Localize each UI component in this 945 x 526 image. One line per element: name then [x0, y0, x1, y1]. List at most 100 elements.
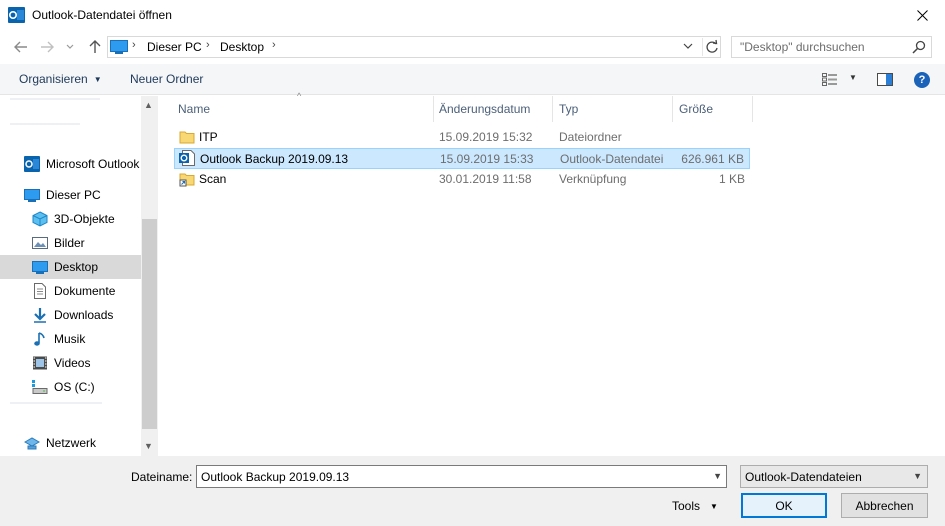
filename-input[interactable]: Outlook Backup 2019.09.13 ▼	[196, 465, 727, 488]
address-bar[interactable]: › Dieser PC › Desktop ›	[107, 36, 721, 58]
file-row[interactable]: ITP 15.09.2019 15:32 Dateiordner	[174, 127, 750, 148]
search-placeholder: "Desktop" durchsuchen	[740, 40, 865, 54]
nav-item-musik[interactable]: Musik	[0, 327, 141, 351]
address-row: › Dieser PC › Desktop › "Desktop" durchs…	[0, 30, 945, 64]
arrow-up-icon	[89, 40, 101, 53]
nav-item-label: Downloads	[54, 308, 114, 322]
search-input[interactable]: "Desktop" durchsuchen	[731, 36, 932, 58]
column-header-type[interactable]: Typ	[553, 96, 673, 122]
ok-button[interactable]: OK	[741, 493, 827, 518]
scroll-down-icon[interactable]: ▼	[144, 441, 153, 451]
refresh-button[interactable]	[702, 38, 720, 56]
videos-icon	[33, 356, 47, 370]
documents-icon	[34, 283, 46, 299]
nav-item-label: Microsoft Outlook	[46, 157, 140, 171]
chevron-down-icon[interactable]: ▼	[713, 471, 722, 481]
cancel-button[interactable]: Abbrechen	[841, 493, 928, 518]
nav-item-microsoft-outlook[interactable]: Microsoft Outlook	[0, 152, 141, 176]
recent-locations-button[interactable]	[64, 39, 76, 55]
network-icon	[24, 437, 40, 450]
nav-item-dieser-pc[interactable]: Dieser PC	[0, 183, 141, 207]
navigation-pane[interactable]: Microsoft Outlook Dieser PC 3D-Objekte B…	[0, 96, 141, 456]
organize-label: Organisieren	[19, 72, 88, 86]
file-type: Outlook-Datendatei	[560, 152, 664, 166]
breadcrumb-desktop[interactable]: Desktop	[220, 40, 264, 54]
column-header-size[interactable]: Größe	[673, 96, 753, 122]
file-date: 15.09.2019 15:32	[439, 130, 533, 144]
file-name: Outlook Backup 2019.09.13	[200, 152, 349, 166]
clipped-item	[10, 402, 102, 404]
file-row[interactable]: Scan 30.01.2019 11:58 Verknüpfung 1 KB	[174, 169, 750, 190]
close-icon	[916, 9, 928, 21]
caret-down-icon: ▼	[710, 502, 718, 511]
nav-item-label: Dieser PC	[46, 188, 101, 202]
nav-item-label: Musik	[54, 332, 86, 346]
file-date: 15.09.2019 15:33	[440, 152, 534, 166]
filename-label: Dateiname:	[131, 470, 193, 484]
chevron-down-icon	[66, 44, 74, 49]
address-history-button[interactable]	[682, 40, 698, 54]
nav-item-label: Videos	[54, 356, 91, 370]
breadcrumb-separator: ›	[132, 39, 136, 51]
nav-item-label: 3D-Objekte	[54, 212, 115, 226]
view-options-icon[interactable]	[822, 73, 838, 86]
music-icon	[34, 332, 45, 346]
arrow-right-icon	[41, 41, 54, 53]
column-header-date[interactable]: Änderungsdatum	[433, 96, 553, 122]
new-folder-button[interactable]: Neuer Ordner	[130, 72, 203, 86]
breadcrumb-separator: ›	[272, 39, 276, 51]
nav-item-bilder[interactable]: Bilder	[0, 231, 141, 255]
nav-item-netzwerk[interactable]: Netzwerk	[0, 431, 141, 455]
desktop-icon	[32, 261, 48, 274]
tools-label: Tools	[672, 499, 701, 513]
column-header-name[interactable]: Name	[172, 96, 434, 122]
file-type: Dateiordner	[559, 130, 622, 144]
scroll-up-icon[interactable]: ▲	[144, 100, 153, 110]
search-icon	[912, 40, 926, 54]
preview-pane-icon[interactable]	[877, 73, 893, 86]
nav-item-3d-objekte[interactable]: 3D-Objekte	[0, 207, 141, 231]
caret-down-icon: ▼	[93, 75, 102, 84]
refresh-icon	[706, 39, 718, 53]
3d-objects-icon	[32, 211, 48, 227]
chevron-down-icon	[683, 43, 693, 49]
navigation-scrollbar[interactable]: ▲ ▼	[141, 96, 158, 456]
filename-value: Outlook Backup 2019.09.13	[201, 470, 350, 484]
downloads-icon	[34, 308, 46, 323]
outlook-icon	[24, 156, 40, 172]
forward-button[interactable]	[38, 39, 56, 55]
pictures-icon	[32, 237, 48, 249]
nav-item-videos[interactable]: Videos	[0, 351, 141, 375]
file-row[interactable]: Outlook Backup 2019.09.13 15.09.2019 15:…	[174, 148, 750, 169]
nav-item-label: OS (C:)	[54, 380, 95, 394]
command-bar: Organisieren ▼ Neuer Ordner ▼ ?	[0, 64, 945, 95]
file-name: ITP	[199, 130, 218, 144]
nav-item-desktop[interactable]: Desktop	[0, 255, 141, 279]
organize-button[interactable]: Organisieren ▼	[19, 72, 102, 86]
folder-icon	[179, 131, 195, 144]
nav-item-os-c[interactable]: OS (C:)	[0, 375, 141, 399]
file-list[interactable]: ^ Name Änderungsdatum Typ Größe ITP 15.0…	[158, 91, 945, 456]
breadcrumb-dieser-pc[interactable]: Dieser PC	[147, 40, 202, 54]
file-type-select[interactable]: Outlook-Datendateien ▼	[740, 465, 928, 488]
nav-item-label: Netzwerk	[46, 436, 97, 450]
file-name: Scan	[199, 172, 227, 186]
file-type-value: Outlook-Datendateien	[745, 470, 862, 484]
nav-item-dokumente[interactable]: Dokumente	[0, 279, 141, 303]
breadcrumb-separator: ›	[206, 39, 210, 51]
window-title: Outlook-Datendatei öffnen	[32, 8, 172, 22]
title-bar: Outlook-Datendatei öffnen	[0, 0, 945, 30]
back-button[interactable]	[12, 39, 30, 55]
close-button[interactable]	[899, 0, 945, 30]
nav-item-label: Desktop	[54, 260, 99, 274]
nav-item-label: Bilder	[54, 236, 85, 250]
outlook-data-file-icon	[179, 150, 195, 166]
file-date: 30.01.2019 11:58	[439, 172, 532, 186]
nav-item-downloads[interactable]: Downloads	[0, 303, 141, 327]
tools-button[interactable]: Tools ▼	[672, 499, 718, 513]
scrollbar-thumb[interactable]	[142, 219, 157, 429]
up-button[interactable]	[86, 39, 104, 55]
view-menu-button[interactable]: ▼	[849, 73, 857, 82]
chevron-down-icon: ▼	[913, 471, 922, 481]
help-icon[interactable]: ?	[914, 72, 930, 88]
